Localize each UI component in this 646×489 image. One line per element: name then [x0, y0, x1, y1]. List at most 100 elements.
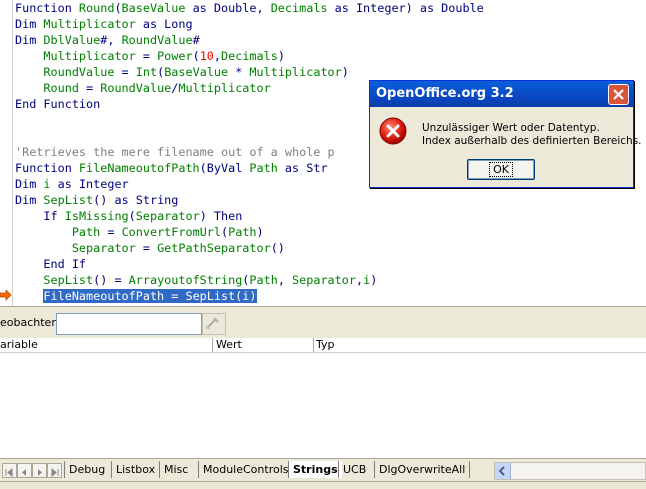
- code-line[interactable]: Dim Multiplicator as Long: [15, 16, 484, 32]
- last-tab-icon: [51, 467, 59, 478]
- code-token: ): [256, 225, 264, 239]
- code-token: 'Retrieves the mere filename out of a wh…: [15, 145, 335, 159]
- code-token: Separator: [71, 241, 136, 255]
- code-line[interactable]: Dim DblValue#, RoundValue#: [15, 32, 484, 48]
- code-token: (): [270, 241, 285, 255]
- code-token: Multiplicator: [178, 81, 271, 95]
- code-line[interactable]: Separator = GetPathSeparator(): [15, 240, 484, 256]
- code-token: as Double,: [185, 1, 271, 15]
- code-token: (: [114, 1, 122, 15]
- code-token: Separator: [292, 273, 356, 287]
- code-token: (: [199, 161, 207, 175]
- chevron-left-icon: [498, 466, 505, 476]
- code-line[interactable]: Dim SepList() as String: [15, 192, 484, 208]
- dialog-title: OpenOffice.org 3.2: [376, 86, 514, 101]
- code-token: i: [43, 177, 51, 191]
- code-token: ): [277, 49, 285, 63]
- code-token: Multiplicator: [43, 49, 136, 63]
- code-token: ): [370, 273, 378, 287]
- code-line[interactable]: If IsMissing(Separator) Then: [15, 208, 484, 224]
- code-token: RoundValue: [121, 33, 193, 47]
- tab-listbox[interactable]: Listbox: [111, 461, 159, 478]
- code-line[interactable]: SepList() = ArrayoutofString(Path, Separ…: [15, 272, 484, 288]
- code-line[interactable]: FileNameoutofPath = SepList(i): [15, 288, 484, 304]
- prev-tab-icon: [22, 469, 26, 476]
- ok-button[interactable]: OK: [467, 159, 535, 180]
- code-token: If: [43, 209, 65, 223]
- code-token: ,: [277, 273, 293, 287]
- code-token: *: [228, 65, 250, 79]
- code-token: RoundValue: [100, 81, 172, 95]
- tab-misc[interactable]: Misc: [159, 461, 192, 478]
- dialog-close-button[interactable]: [608, 84, 629, 105]
- code-token: Decimals: [270, 1, 328, 15]
- close-icon: [613, 89, 624, 100]
- code-token: Round: [78, 1, 115, 15]
- code-token: as Str: [277, 161, 328, 175]
- code-token: Function: [15, 161, 79, 175]
- code-token: FileNameoutofPath: [78, 161, 200, 175]
- first-tab-icon: [5, 467, 13, 478]
- code-token: (: [128, 209, 136, 223]
- tab-debug[interactable]: Debug: [64, 461, 109, 478]
- code-token: IsMissing: [64, 209, 129, 223]
- first-tab-button[interactable]: [2, 463, 17, 478]
- current-line-arrow-icon: [0, 289, 12, 301]
- column-variable[interactable]: ariable: [0, 338, 213, 352]
- code-token: =: [135, 241, 158, 255]
- module-tab-bar: Debug Listbox Misc ModuleControls String…: [0, 458, 646, 481]
- code-token: #,: [100, 33, 122, 47]
- dialog-titlebar[interactable]: OpenOffice.org 3.2: [370, 81, 633, 107]
- code-token: =: [100, 225, 122, 239]
- code-token: RoundValue: [43, 65, 115, 79]
- code-token: Multiplicator: [249, 65, 342, 79]
- code-token: ,: [355, 273, 364, 287]
- dialog-body: Unzulässiger Wert oder Datentyp. Index a…: [370, 107, 642, 187]
- code-token: SepList: [43, 273, 94, 287]
- code-token: Then: [206, 209, 243, 223]
- code-token: as String: [107, 193, 179, 207]
- code-line[interactable]: End If: [15, 256, 484, 272]
- watch-label: eobachter:: [0, 316, 60, 329]
- code-token: (): [93, 193, 108, 207]
- tab-ucb[interactable]: UCB: [338, 461, 370, 478]
- watch-input[interactable]: [56, 313, 202, 335]
- prev-tab-button[interactable]: [17, 463, 32, 478]
- code-token: Decimals: [221, 49, 278, 63]
- code-token: Path: [228, 225, 257, 239]
- last-tab-button[interactable]: [47, 463, 62, 478]
- code-token: () =: [93, 273, 129, 287]
- code-line[interactable]: Multiplicator = Power(10,Decimals): [15, 48, 484, 64]
- selected-code-token: FileNameoutofPath = SepList(i): [43, 289, 257, 303]
- remove-watch-button[interactable]: [202, 313, 226, 335]
- code-token: Path: [249, 273, 278, 287]
- tab-modulecontrols[interactable]: ModuleControls: [198, 461, 293, 478]
- code-line[interactable]: RoundValue = Int(BaseValue * Multiplicat…: [15, 64, 484, 80]
- watch-table-body[interactable]: [0, 353, 646, 457]
- code-token: DblValue: [43, 33, 101, 47]
- remove-watch-icon: [206, 317, 219, 329]
- code-token: as Integer) as Double: [327, 1, 484, 15]
- code-token: GetPathSeparator: [157, 241, 271, 255]
- scroll-left-button[interactable]: [495, 463, 511, 479]
- code-line[interactable]: Path = ConvertFromUrl(Path): [15, 224, 484, 240]
- tab-dlgoverwriteall[interactable]: DlgOverwriteAll: [374, 461, 471, 478]
- column-value[interactable]: Wert: [214, 338, 314, 352]
- code-token: Dim: [15, 17, 44, 31]
- next-tab-button[interactable]: [32, 463, 47, 478]
- code-line[interactable]: Function Round(BaseValue as Double, Deci…: [15, 0, 484, 16]
- code-token: BaseValue: [164, 65, 229, 79]
- tab-strings[interactable]: Strings: [288, 461, 342, 478]
- code-token: End If: [43, 257, 87, 271]
- code-token: =: [78, 81, 101, 95]
- code-token: 10: [199, 49, 214, 63]
- horizontal-scrollbar[interactable]: [494, 462, 646, 480]
- column-type[interactable]: Typ: [314, 338, 646, 352]
- editor-gutter[interactable]: [0, 0, 13, 306]
- code-token: ): [341, 65, 349, 79]
